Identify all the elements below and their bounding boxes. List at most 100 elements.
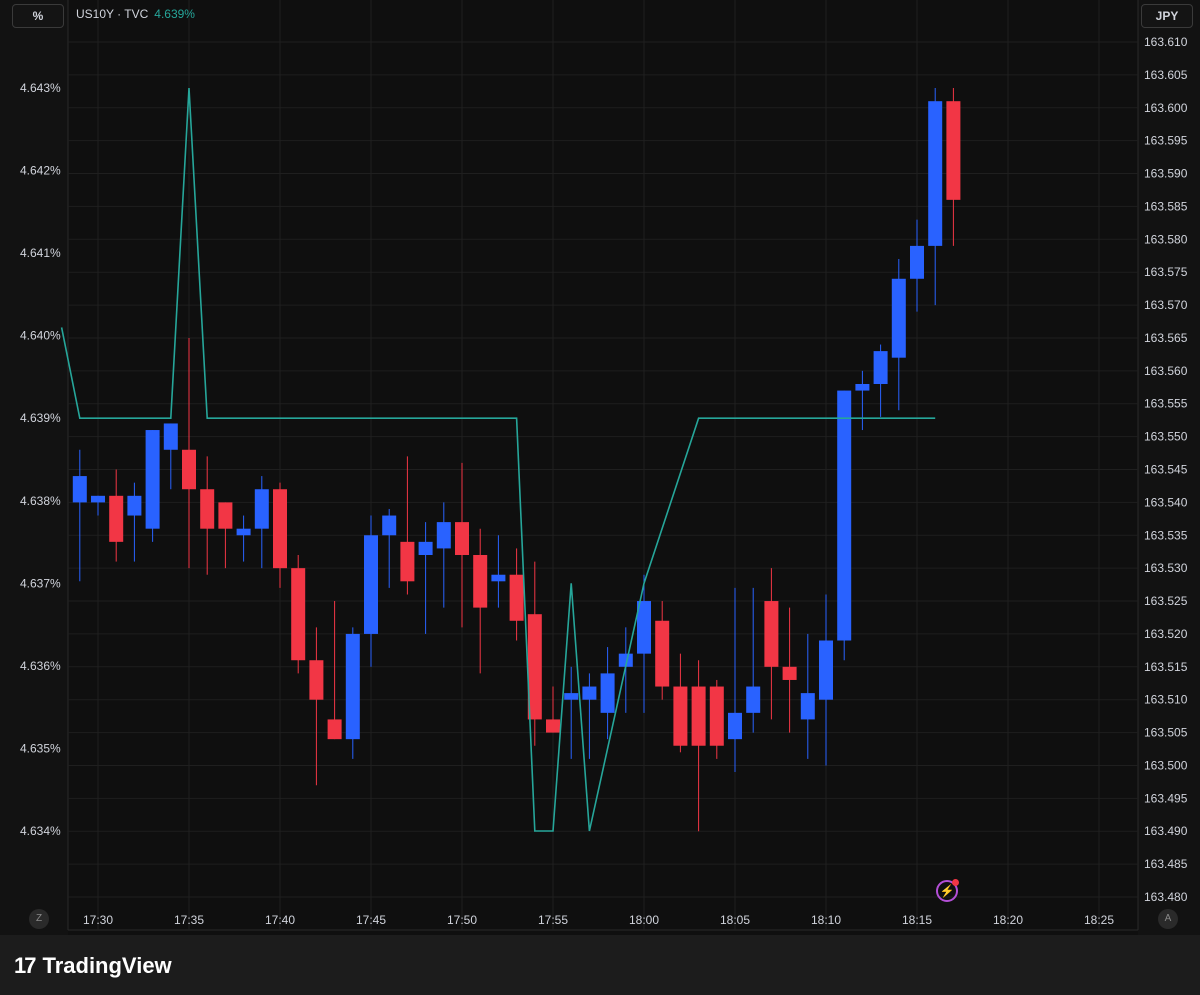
right-axis-tick-label: 163.520 bbox=[1144, 627, 1188, 641]
candle-body[interactable] bbox=[728, 712, 742, 740]
left-axis-tick-label: 4.642% bbox=[20, 164, 61, 178]
right-axis-tick-label: 163.500 bbox=[1144, 758, 1188, 772]
candle-body[interactable] bbox=[145, 430, 160, 529]
candle-body[interactable] bbox=[236, 528, 251, 536]
chart-root: 163.610 163.605 163.600 163.595 163.590 163.5… bbox=[0, 0, 1200, 995]
candle-body[interactable] bbox=[291, 568, 306, 661]
right-axis-tick-label: 163.555 bbox=[1144, 397, 1188, 411]
left-axis-tick-label: 4.636% bbox=[20, 659, 61, 673]
candle-body[interactable] bbox=[127, 495, 142, 516]
candle-body[interactable] bbox=[673, 686, 688, 746]
candle-body[interactable] bbox=[928, 101, 943, 246]
auto-scale-button[interactable]: A bbox=[1158, 909, 1178, 929]
candle-body[interactable] bbox=[382, 515, 397, 536]
candle-body[interactable] bbox=[72, 476, 87, 503]
right-axis-tick-label: 163.515 bbox=[1144, 660, 1188, 674]
left-axis-tick-label: 4.640% bbox=[20, 329, 61, 343]
tradingview-logo[interactable]: 17 TradingView bbox=[14, 953, 172, 979]
candle-body[interactable] bbox=[655, 620, 670, 687]
candle-body[interactable] bbox=[254, 489, 269, 529]
candle-body[interactable] bbox=[582, 686, 597, 700]
candle-body[interactable] bbox=[600, 673, 615, 713]
left-scale-button[interactable]: % bbox=[12, 4, 64, 28]
right-axis-tick-label: 163.580 bbox=[1144, 232, 1188, 246]
candle-body[interactable] bbox=[91, 495, 105, 503]
right-axis-tick-label: 163.505 bbox=[1144, 726, 1188, 740]
candle-body[interactable] bbox=[564, 693, 579, 700]
right-axis-tick-label: 163.565 bbox=[1144, 331, 1188, 345]
candle-body[interactable] bbox=[327, 719, 342, 740]
right-axis-tick-label: 163.490 bbox=[1144, 824, 1188, 838]
right-axis-tick-label: 163.595 bbox=[1144, 134, 1188, 148]
candle-body[interactable] bbox=[400, 541, 415, 582]
time-axis-tick-label: 18:20 bbox=[993, 913, 1023, 927]
candle-body[interactable] bbox=[910, 245, 924, 279]
right-axis-tick-label: 163.560 bbox=[1144, 364, 1188, 378]
time-axis-tick-label: 17:35 bbox=[174, 913, 204, 927]
candle-body[interactable] bbox=[364, 535, 378, 634]
left-axis-tick-label: 4.635% bbox=[20, 741, 61, 755]
time-axis-tick-label: 17:30 bbox=[83, 913, 113, 927]
time-axis-tick-label: 18:15 bbox=[902, 913, 932, 927]
candle-body[interactable] bbox=[273, 489, 287, 569]
left-axis-pane bbox=[0, 0, 68, 935]
candle-body[interactable] bbox=[546, 719, 560, 733]
candle-body[interactable] bbox=[163, 423, 178, 450]
candle-body[interactable] bbox=[509, 574, 524, 621]
right-axis-tick-label: 163.535 bbox=[1144, 528, 1188, 542]
right-axis-tick-label: 163.545 bbox=[1144, 463, 1188, 477]
time-axis-tick-label: 18:00 bbox=[629, 913, 659, 927]
right-axis-tick-label: 163.590 bbox=[1144, 167, 1188, 181]
candle-body[interactable] bbox=[855, 384, 870, 391]
right-axis-tick-label: 163.540 bbox=[1144, 495, 1188, 509]
time-axis-tick-label: 18:25 bbox=[1084, 913, 1114, 927]
candle-body[interactable] bbox=[691, 686, 706, 746]
notification-dot-icon bbox=[952, 879, 959, 886]
time-axis-tick-label: 18:10 bbox=[811, 913, 841, 927]
candle-body[interactable] bbox=[436, 522, 451, 549]
candle-body[interactable] bbox=[182, 449, 196, 490]
right-axis-tick-label: 163.610 bbox=[1144, 35, 1188, 49]
candle-body[interactable] bbox=[800, 693, 815, 720]
candle-body[interactable] bbox=[946, 101, 961, 200]
right-axis-tick-label: 163.530 bbox=[1144, 561, 1188, 575]
left-axis-tick-label: 4.641% bbox=[20, 246, 61, 260]
time-axis-tick-label: 17:45 bbox=[356, 913, 386, 927]
candle-body[interactable] bbox=[473, 555, 488, 608]
candle-body[interactable] bbox=[782, 666, 797, 680]
time-axis-tick-label: 17:40 bbox=[265, 913, 295, 927]
right-axis-tick-label: 163.495 bbox=[1144, 791, 1188, 805]
right-axis-tick-label: 163.605 bbox=[1144, 68, 1188, 82]
right-axis-tick-label: 163.485 bbox=[1144, 857, 1188, 871]
candle-body[interactable] bbox=[309, 660, 324, 700]
chart-canvas[interactable]: 163.610 163.605 163.600 163.595 163.590 163.5… bbox=[0, 0, 1200, 935]
symbol-legend[interactable]: US10Y · TVC 4.639% bbox=[76, 7, 195, 21]
symbol-value: 4.639% bbox=[154, 7, 195, 21]
candle-body[interactable] bbox=[345, 633, 360, 740]
candle-body[interactable] bbox=[709, 686, 724, 746]
left-axis-tick-label: 4.643% bbox=[20, 81, 61, 95]
candle-body[interactable] bbox=[109, 495, 124, 542]
time-axis-tick-label: 18:05 bbox=[720, 913, 750, 927]
candle-body[interactable] bbox=[819, 640, 833, 700]
right-axis-tick-label: 163.570 bbox=[1144, 298, 1188, 312]
tradingview-brand: TradingView bbox=[42, 953, 172, 978]
candle-body[interactable] bbox=[891, 278, 906, 358]
candle-body[interactable] bbox=[764, 601, 779, 667]
symbol-name: US10Y · TVC bbox=[76, 7, 149, 21]
candle-body[interactable] bbox=[218, 502, 233, 529]
right-axis-tick-label: 163.585 bbox=[1144, 199, 1188, 213]
left-axis-tick-label: 4.637% bbox=[20, 576, 61, 590]
candle-body[interactable] bbox=[746, 686, 761, 713]
candle-body[interactable] bbox=[418, 541, 433, 555]
left-axis-tick-label: 4.638% bbox=[20, 494, 61, 508]
candle-body[interactable] bbox=[455, 522, 469, 555]
candle-body[interactable] bbox=[491, 574, 506, 582]
right-scale-button[interactable]: JPY bbox=[1141, 4, 1193, 28]
candle-body[interactable] bbox=[873, 351, 888, 384]
candle-body[interactable] bbox=[837, 390, 852, 641]
left-axis-tick-label: 4.639% bbox=[20, 411, 61, 425]
zoom-corner-button[interactable]: Z bbox=[29, 909, 49, 929]
candle-body[interactable] bbox=[200, 489, 215, 529]
bolt-icon[interactable]: ⚡ bbox=[936, 879, 959, 902]
